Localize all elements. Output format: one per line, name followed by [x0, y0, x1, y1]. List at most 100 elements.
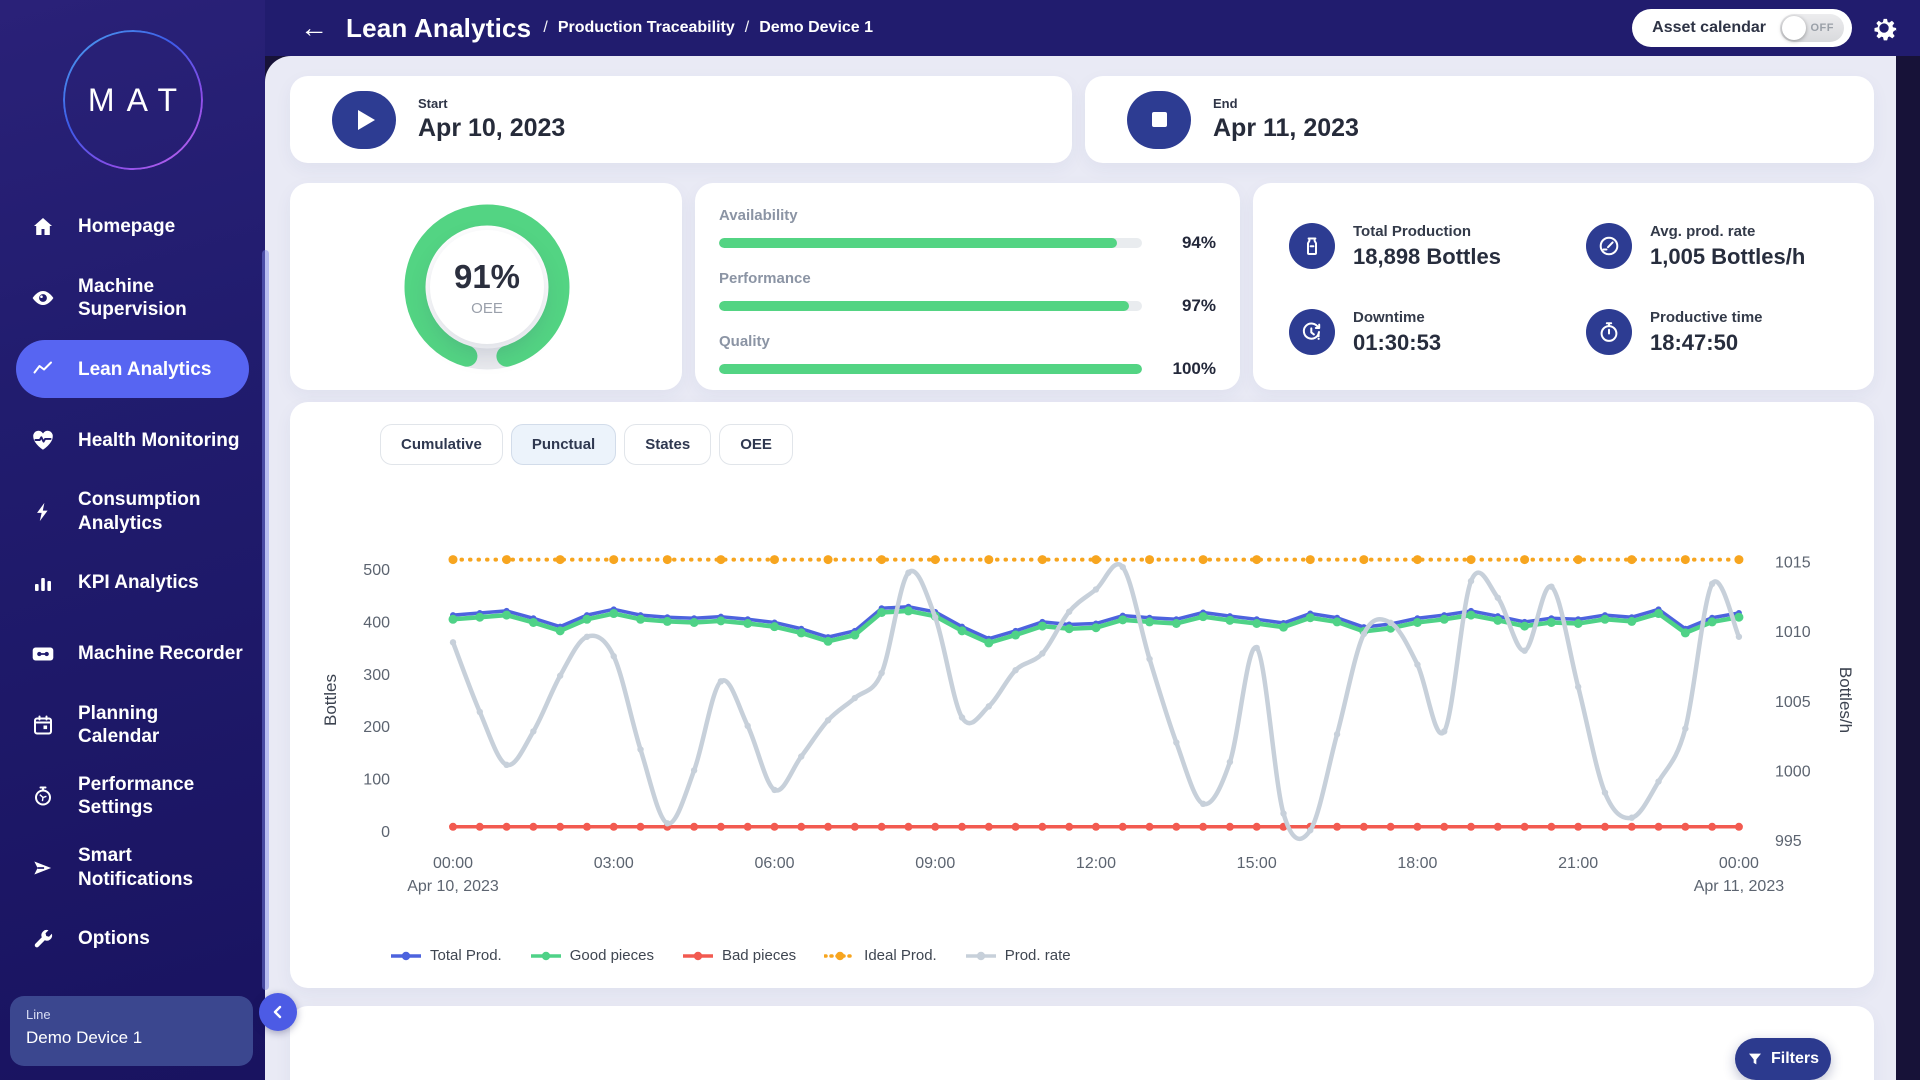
tab-punctual[interactable]: Punctual [511, 424, 616, 465]
svg-text:00:00: 00:00 [433, 855, 473, 872]
sidebar-item-label: Health Monitoring [78, 429, 239, 452]
sidebar-item-kpi-analytics[interactable]: KPI Analytics [16, 554, 249, 612]
legend-swatch [965, 950, 997, 962]
legend-swatch [682, 950, 714, 962]
sidebar-item-smart-notifications[interactable]: Smart Notifications [16, 838, 249, 896]
metric-progress-fill [719, 238, 1117, 248]
bolt-icon [30, 499, 56, 525]
toggle-state-label: OFF [1811, 22, 1835, 34]
svg-text:1005: 1005 [1775, 694, 1811, 711]
line-label: Line [26, 1007, 237, 1022]
heart-pulse-icon [30, 427, 56, 453]
svg-text:09:00: 09:00 [915, 855, 955, 872]
oee-label: OEE [471, 300, 503, 317]
page-title: Lean Analytics [346, 13, 531, 44]
svg-text:995: 995 [1775, 833, 1802, 850]
start-label: Start [418, 96, 565, 111]
sidebar-item-label: Performance Settings [78, 773, 194, 819]
home-icon [30, 214, 56, 240]
metric-row-performance: Performance 97% [719, 270, 1216, 316]
metric-progress-track [719, 301, 1142, 311]
sidebar-item-options[interactable]: Options [16, 910, 249, 968]
sidebar-item-health-monitoring[interactable]: Health Monitoring [16, 411, 249, 469]
header-controls: Asset calendar OFF [1632, 9, 1898, 47]
sidebar-item-label: Machine Supervision [78, 275, 187, 321]
sidebar-item-performance-settings[interactable]: Performance Settings [16, 767, 249, 825]
main-content: Start Apr 10, 2023 End Apr 11, 2023 91% … [265, 56, 1896, 1080]
send-icon [30, 855, 56, 881]
legend-item-total-prod[interactable]: Total Prod. [390, 947, 502, 964]
tab-cumulative[interactable]: Cumulative [380, 424, 503, 465]
stat-downtime: Downtime 01:30:53 [1289, 309, 1441, 356]
sidebar-item-planning-calendar[interactable]: Planning Calendar [16, 696, 249, 754]
oee-gauge-center: 91% OEE [430, 230, 544, 344]
legend-label: Prod. rate [1005, 947, 1071, 964]
metric-progress-fill [719, 301, 1129, 311]
back-arrow-icon[interactable]: ← [300, 14, 328, 42]
svg-text:06:00: 06:00 [754, 855, 794, 872]
asset-calendar-switch[interactable]: OFF [1780, 14, 1844, 42]
tab-states[interactable]: States [624, 424, 711, 465]
filters-button-label: Filters [1771, 1050, 1819, 1068]
svg-text:12:00: 12:00 [1076, 855, 1116, 872]
chart-legend: Total Prod. Good pieces Bad pieces Ideal… [390, 947, 1071, 964]
tab-oee[interactable]: OEE [719, 424, 793, 465]
asset-calendar-toggle-pill[interactable]: Asset calendar OFF [1632, 9, 1852, 47]
svg-text:21:00: 21:00 [1558, 855, 1598, 872]
breadcrumb-item-1[interactable]: Production Traceability [558, 19, 735, 37]
speedometer-icon [1586, 223, 1632, 269]
asset-calendar-label: Asset calendar [1652, 19, 1766, 37]
svg-text:Apr 11, 2023: Apr 11, 2023 [1694, 878, 1785, 895]
breadcrumb-item-2[interactable]: Demo Device 1 [759, 19, 873, 37]
line-selector-card[interactable]: Line Demo Device 1 [10, 996, 253, 1066]
sidebar-collapse-button[interactable] [259, 993, 297, 1031]
sidebar-item-machine-recorder[interactable]: Machine Recorder [16, 625, 249, 683]
svg-text:Bottles: Bottles [321, 674, 340, 726]
svg-text:200: 200 [363, 719, 390, 736]
sidebar-item-label: Machine Recorder [78, 642, 243, 665]
legend-item-bad-pieces[interactable]: Bad pieces [682, 947, 796, 964]
stat-label: Productive time [1650, 309, 1763, 326]
sidebar-item-homepage[interactable]: Homepage [16, 198, 249, 256]
bottle-icon [1289, 223, 1335, 269]
start-date-card[interactable]: Start Apr 10, 2023 [290, 76, 1072, 163]
sidebar-item-lean-analytics[interactable]: Lean Analytics [16, 340, 249, 398]
legend-label: Bad pieces [722, 947, 796, 964]
toggle-knob [1782, 16, 1806, 40]
legend-item-ideal-prod[interactable]: Ideal Prod. [824, 947, 937, 964]
line-value: Demo Device 1 [26, 1028, 237, 1048]
chart-svg[interactable]: 01002003004005009951000100510101015Bottl… [308, 522, 1856, 912]
svg-text:400: 400 [363, 614, 390, 631]
end-date-card[interactable]: End Apr 11, 2023 [1085, 76, 1874, 163]
bar-chart-icon [30, 570, 56, 596]
start-date-value: Apr 10, 2023 [418, 114, 565, 143]
svg-text:500: 500 [363, 562, 390, 579]
oee-value: 91% [454, 258, 520, 296]
cassette-icon [30, 641, 56, 667]
stat-value: 01:30:53 [1353, 330, 1441, 356]
calendar-icon [30, 712, 56, 738]
legend-label: Good pieces [570, 947, 654, 964]
sidebar-item-label: Planning Calendar [78, 702, 159, 748]
sidebar-scrollbar[interactable] [262, 250, 269, 990]
sidebar-item-label: Homepage [78, 215, 175, 238]
legend-label: Ideal Prod. [864, 947, 937, 964]
metric-progress-fill [719, 364, 1142, 374]
sidebar-item-consumption-analytics[interactable]: Consumption Analytics [16, 482, 249, 540]
end-label: End [1213, 96, 1359, 111]
sidebar-item-machine-supervision[interactable]: Machine Supervision [16, 269, 249, 327]
metric-label: Availability [719, 207, 1216, 224]
metric-progress-track [719, 238, 1142, 248]
legend-swatch [390, 950, 422, 962]
settings-gear-icon[interactable] [1870, 14, 1898, 42]
stat-value: 1,005 Bottles/h [1650, 244, 1805, 270]
sidebar-item-label: Lean Analytics [78, 358, 211, 381]
downtime-clock-icon [1289, 309, 1335, 355]
legend-item-prod-rate[interactable]: Prod. rate [965, 947, 1071, 964]
apq-metrics-card: Availability 94% Performance 97% Quality… [695, 183, 1240, 390]
end-stop-icon [1127, 91, 1191, 149]
stat-avg-prod-rate: Avg. prod. rate 1,005 Bottles/h [1586, 223, 1805, 270]
filters-button[interactable]: Filters [1735, 1038, 1831, 1080]
legend-item-good-pieces[interactable]: Good pieces [530, 947, 654, 964]
oee-gauge: 91% OEE [402, 202, 572, 372]
